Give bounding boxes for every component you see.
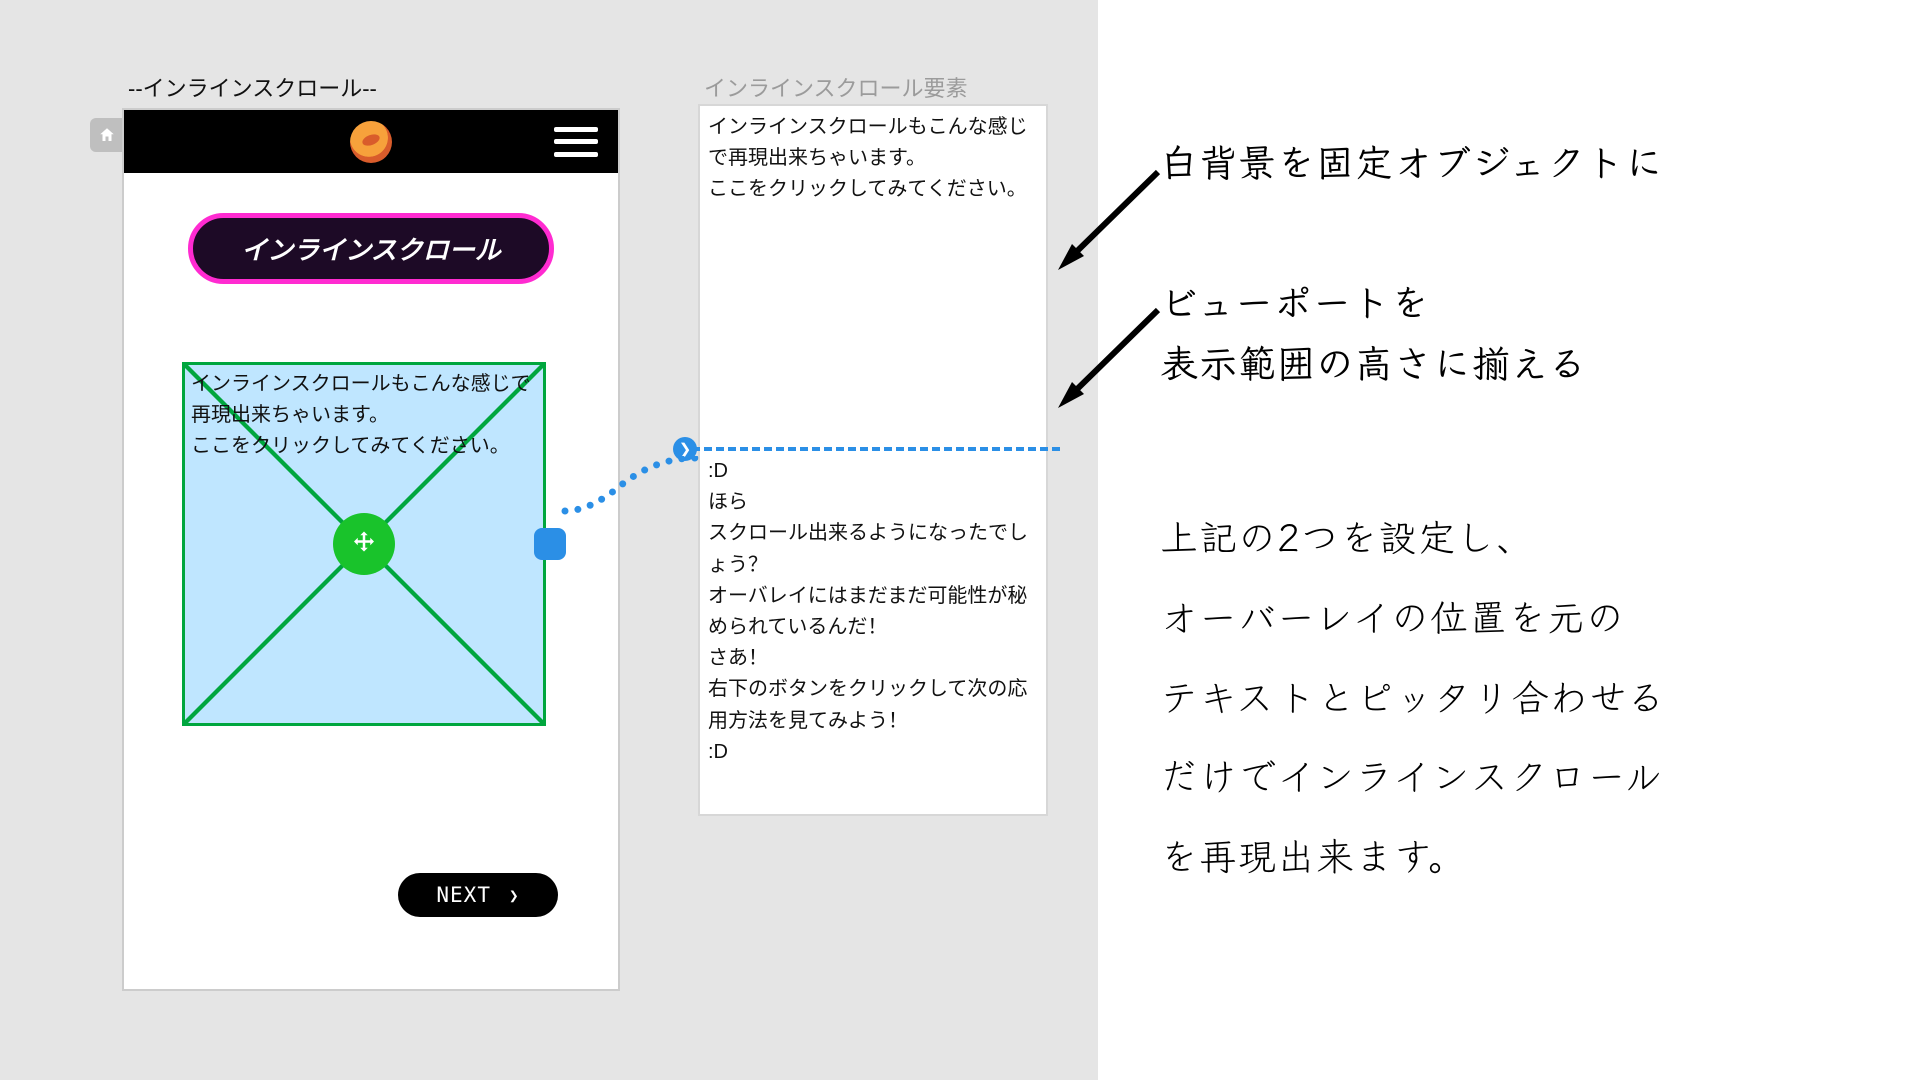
- annotation-2: ビューポートを 表示範囲の高さに揃える: [1160, 270, 1588, 392]
- annotation-1: 白背景を固定オブジェクトに: [1160, 130, 1664, 191]
- arrow-2-icon: [1048, 298, 1168, 418]
- slide: --インラインスクロール-- インラインスクロール インラインスクロールもこんな…: [0, 0, 1920, 1080]
- scroll-overlay-text: インラインスクロールもこんな感じで再現出来ちゃいます。 ここをクリックしてみてく…: [191, 369, 537, 462]
- app-logo-icon: [350, 121, 392, 163]
- resize-handle[interactable]: [534, 528, 566, 560]
- move-icon[interactable]: [333, 513, 395, 575]
- chevron-right-icon: ❯: [509, 886, 520, 905]
- arrow-1-icon: [1048, 160, 1168, 280]
- scroll-overlay-placeholder[interactable]: インラインスクロールもこんな感じで再現出来ちゃいます。 ここをクリックしてみてく…: [182, 362, 546, 726]
- phone-label: --インラインスクロール--: [128, 71, 377, 103]
- annotation-paragraph: 上記の2つを設定し、 オーバーレイの位置を元の テキストとピッタリ合わせる だけ…: [1160, 495, 1820, 894]
- hero-pill[interactable]: インラインスクロール: [188, 213, 553, 284]
- hamburger-icon[interactable]: [554, 127, 598, 157]
- connector-dots: [560, 456, 700, 516]
- next-button[interactable]: NEXT ❯: [398, 873, 558, 917]
- phone-topbar: [124, 110, 618, 173]
- viewport-divider: [680, 447, 1060, 451]
- scroll-element-source[interactable]: インラインスクロールもこんな感じで再現出来ちゃいます。 ここをクリックしてみてく…: [698, 104, 1048, 816]
- element-top-text: インラインスクロールもこんな感じで再現出来ちゃいます。 ここをクリックしてみてく…: [700, 106, 1046, 211]
- hero-pill-wrap: インラインスクロール: [124, 213, 618, 284]
- element-label: インラインスクロール要素: [704, 71, 968, 103]
- next-button-label: NEXT: [436, 883, 491, 907]
- element-bottom-text: :D ほら スクロール出来るようになったでしょう？ オーバレイにはまだまだ可能性…: [708, 456, 1038, 768]
- home-icon[interactable]: [90, 118, 124, 152]
